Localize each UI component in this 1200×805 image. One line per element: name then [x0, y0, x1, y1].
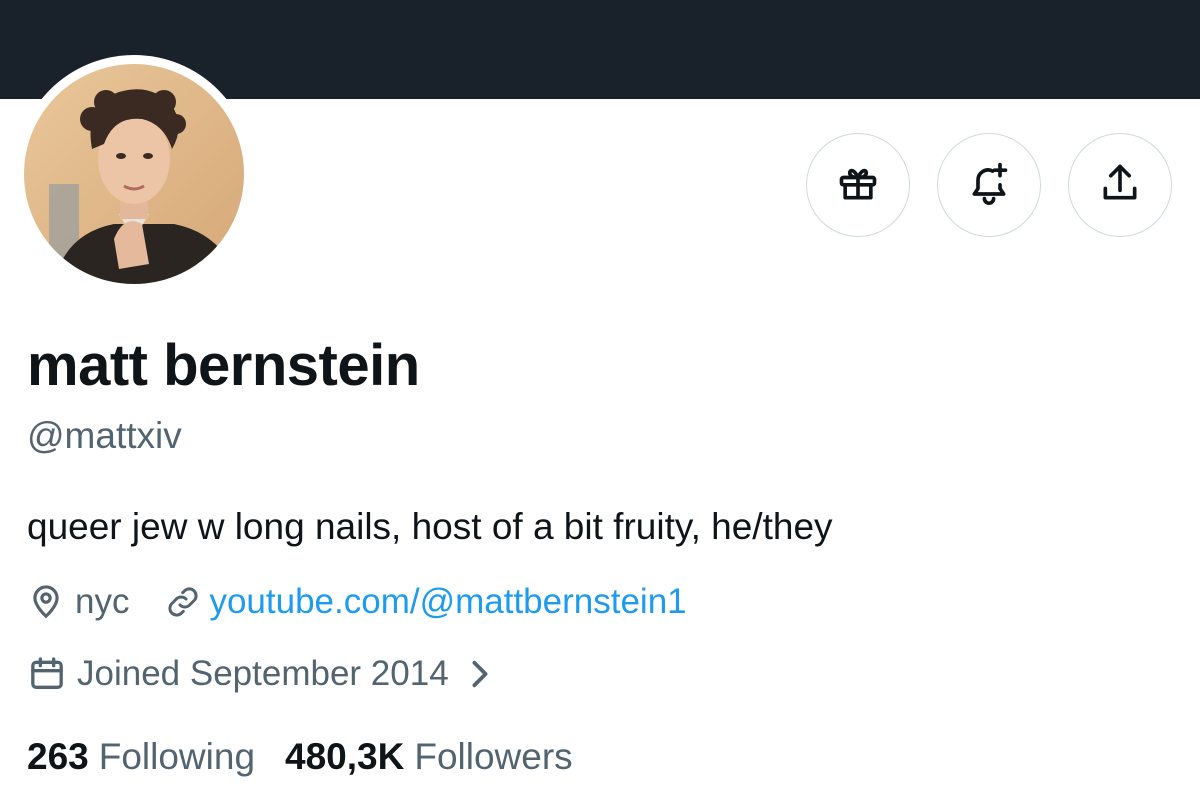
following-label: Following: [98, 736, 256, 777]
calendar-icon: [27, 654, 67, 694]
profile-website-link[interactable]: youtube.com/@mattbernstein1: [209, 578, 686, 626]
gift-icon: [836, 161, 880, 210]
profile-handle: @mattxiv: [27, 415, 182, 456]
bell-plus-icon: [967, 161, 1011, 210]
notifications-button[interactable]: [937, 133, 1041, 237]
share-icon: [1098, 161, 1142, 210]
share-button[interactable]: [1068, 133, 1172, 237]
following-link[interactable]: 263 Following: [27, 733, 255, 781]
profile-meta-row: nyc youtube.com/@mattbernstein1: [27, 578, 687, 626]
profile-joined-row[interactable]: Joined September 2014: [27, 650, 493, 698]
profile-location: nyc: [75, 582, 130, 621]
link-icon: [165, 584, 201, 620]
display-name: matt bernstein: [27, 333, 420, 398]
avatar[interactable]: [24, 64, 244, 284]
following-count: 263: [27, 736, 89, 777]
followers-label: Followers: [414, 736, 573, 777]
chevron-right-icon: [467, 659, 493, 689]
profile-joined-date: Joined September 2014: [77, 654, 449, 693]
followers-count: 480,3K: [285, 736, 405, 777]
profile-stats: 263 Following 480,3K Followers: [27, 733, 573, 781]
profile-bio: queer jew w long nails, host of a bit fr…: [27, 506, 833, 547]
followers-link[interactable]: 480,3K Followers: [285, 733, 573, 781]
gift-button[interactable]: [806, 133, 910, 237]
location-pin-icon: [27, 583, 65, 621]
